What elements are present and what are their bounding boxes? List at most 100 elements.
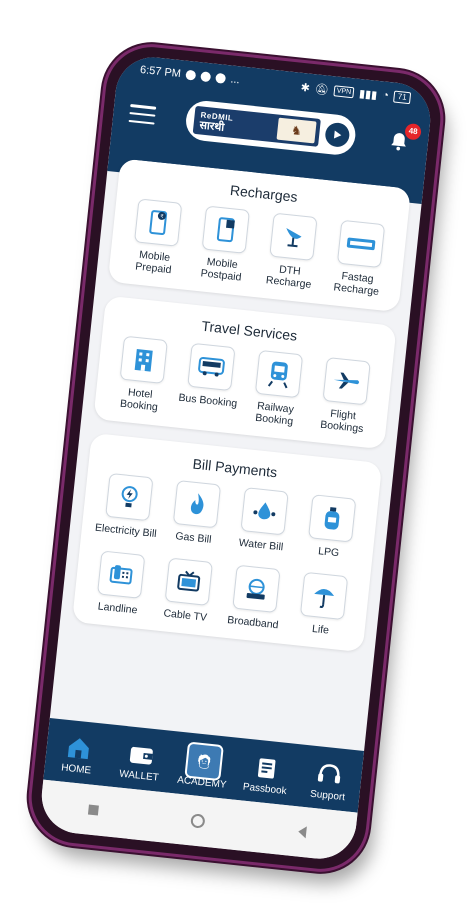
bulb-icon [105, 472, 154, 522]
nav-support[interactable]: Support [297, 758, 361, 804]
academy-icon: 🧑︎ [184, 741, 224, 782]
bolt-icon [200, 71, 212, 83]
bill-payments-section: Bill Payments Electricity Bill Gas Bill … [71, 432, 383, 653]
service-railway-booking[interactable]: Railway Booking [242, 349, 313, 429]
service-hotel-booking[interactable]: Hotel Booking [106, 335, 177, 415]
service-label: Electricity Bill [94, 521, 158, 541]
home-system-button[interactable] [181, 805, 214, 838]
svg-text:₹: ₹ [160, 214, 164, 220]
nav-wallet[interactable]: WALLET [109, 739, 173, 785]
hotel-icon [119, 335, 168, 384]
service-gas-bill[interactable]: Gas Bill [161, 479, 231, 547]
nav-home[interactable]: HOME [46, 732, 110, 778]
circle-icon [190, 813, 205, 828]
services-content[interactable]: Recharges ₹ Mobile Prepaid Mobile Postpa… [50, 157, 423, 753]
app-logo-banner[interactable]: ReDMIL सारथी ♞ [184, 99, 358, 157]
game-icon [185, 69, 197, 81]
mobile-postpaid-icon [201, 205, 250, 254]
nav-label: Passbook [242, 781, 288, 798]
service-label: Railway Booking [254, 399, 295, 428]
tv-icon [164, 557, 213, 606]
service-label: Cable TV [162, 607, 208, 624]
home-icon [64, 734, 93, 763]
nav-label: WALLET [118, 768, 160, 784]
status-more: ... [229, 73, 241, 87]
service-label: Mobile Prepaid [134, 248, 172, 277]
service-label: Bus Booking [177, 391, 238, 410]
service-label: Mobile Postpaid [200, 255, 242, 284]
notification-button[interactable]: 48 [385, 122, 422, 156]
nav-label: HOME [60, 762, 92, 777]
headset-icon [315, 760, 344, 789]
service-label: Broadband [226, 614, 280, 632]
airplane-icon [322, 356, 371, 406]
screenshot-stage: 6:57 PM ... ✱ 🔕︎ VPN ▮▮▮ ◔ 71 ReDMIL सार… [0, 0, 472, 913]
landline-phone-icon [97, 550, 146, 599]
service-water-bill[interactable]: Water Bill [229, 486, 299, 554]
nav-academy[interactable]: 🧑︎ ACADEMY [171, 741, 235, 791]
mobile-prepaid-icon: ₹ [134, 198, 183, 247]
service-label: Water Bill [238, 536, 284, 554]
service-electricity-bill[interactable]: Electricity Bill [93, 472, 163, 540]
fastag-icon [336, 219, 386, 269]
train-icon [254, 349, 304, 399]
service-cable-tv[interactable]: Cable TV [153, 557, 223, 625]
umbrella-icon [299, 571, 349, 621]
menu-icon[interactable] [128, 104, 157, 125]
service-lpg[interactable]: LPG [296, 493, 366, 561]
battery-icon: 71 [393, 90, 412, 105]
mute-icon: 🔕︎ [314, 82, 330, 97]
service-label: Gas Bill [174, 530, 213, 546]
wallet-icon [127, 740, 156, 769]
service-label: Landline [97, 600, 138, 617]
bills-grid: Electricity Bill Gas Bill Water Bill LPG… [81, 471, 370, 639]
service-label: Fastag Recharge [332, 270, 380, 298]
service-label: Life [311, 622, 330, 637]
service-label: Hotel Booking [119, 386, 159, 414]
phone-screen: 6:57 PM ... ✱ 🔕︎ VPN ▮▮▮ ◔ 71 ReDMIL सार… [38, 53, 434, 863]
sync-icon [215, 72, 227, 84]
service-label: Flight Bookings [319, 407, 364, 436]
service-mobile-prepaid[interactable]: ₹ Mobile Prepaid [121, 197, 192, 277]
play-icon [333, 130, 342, 139]
logo-box: ReDMIL सारथी ♞ [192, 105, 321, 147]
logo-subtitle: सारथी [198, 119, 225, 134]
recharges-grid: ₹ Mobile Prepaid Mobile Postpaid DTH Rec… [117, 197, 399, 299]
nav-label: Support [309, 788, 346, 804]
status-right: ✱ 🔕︎ VPN ▮▮▮ ◔ 71 [300, 80, 412, 105]
logo-text: ReDMIL सारथी [199, 110, 234, 133]
passbook-icon [254, 754, 281, 782]
square-icon [87, 804, 99, 816]
travel-section: Travel Services Hotel Booking Bus Bookin… [93, 295, 397, 450]
service-mobile-postpaid[interactable]: Mobile Postpaid [189, 204, 260, 284]
travel-grid: Hotel Booking Bus Booking Railway Bookin… [103, 334, 385, 436]
wifi-icon: ◔ [381, 89, 390, 102]
bluetooth-icon: ✱ [300, 81, 311, 95]
service-life-insurance[interactable]: Life [288, 571, 358, 639]
service-bus-booking[interactable]: Bus Booking [174, 342, 245, 422]
service-label: LPG [317, 545, 340, 560]
service-fastag-recharge[interactable]: Fastag Recharge [324, 219, 395, 299]
service-flight-bookings[interactable]: Flight Bookings [309, 356, 380, 436]
water-drop-icon [240, 487, 289, 536]
status-time: 6:57 PM [139, 63, 182, 81]
notification-badge: 48 [404, 122, 422, 141]
service-dth-recharge[interactable]: DTH Recharge [256, 212, 327, 292]
play-button[interactable] [324, 121, 351, 149]
back-triangle-icon [298, 826, 308, 839]
nav-passbook[interactable]: Passbook [234, 752, 298, 798]
gas-cylinder-icon [308, 494, 357, 543]
recents-button[interactable] [77, 794, 110, 827]
service-landline[interactable]: Landline [85, 549, 155, 617]
chariot-illustration-icon: ♞ [276, 117, 317, 144]
phone-frame: 6:57 PM ... ✱ 🔕︎ VPN ▮▮▮ ◔ 71 ReDMIL सार… [27, 42, 445, 874]
signal-icon: ▮▮▮ [358, 87, 378, 102]
service-broadband[interactable]: Broadband [220, 564, 290, 632]
status-left: 6:57 PM ... [139, 64, 240, 86]
flame-icon [172, 479, 222, 529]
bus-icon [187, 342, 236, 392]
service-label: DTH Recharge [265, 263, 312, 291]
broadband-icon [232, 564, 281, 614]
back-button[interactable] [286, 816, 319, 849]
vpn-badge: VPN [333, 84, 355, 98]
